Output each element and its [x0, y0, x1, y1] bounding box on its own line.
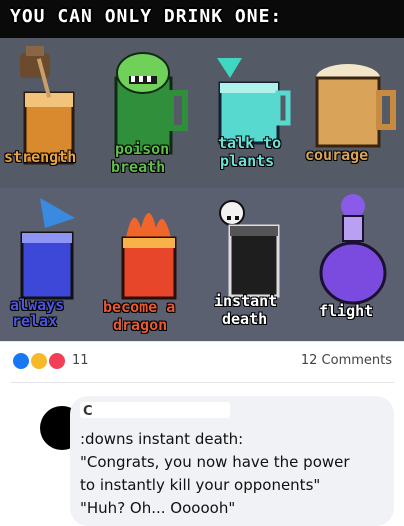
- drink-label: become a: [103, 298, 176, 316]
- drink-label: poison: [115, 140, 170, 158]
- drink-label: death: [222, 310, 268, 328]
- meme-title: YOU CAN ONLY DRINK ONE:: [10, 6, 283, 27]
- drink-label: strength: [4, 148, 77, 166]
- drink-courage: courage: [303, 38, 404, 188]
- drink-label: always: [10, 296, 65, 314]
- reactions-bar: 11 12 Comments: [0, 341, 404, 380]
- drink-label: instant: [214, 292, 278, 310]
- divider: [10, 382, 394, 383]
- comment-author[interactable]: C: [83, 404, 93, 419]
- drink-label: flight: [319, 302, 374, 320]
- drink-label: breath: [111, 158, 166, 176]
- drink-always-relax: always relax: [0, 188, 101, 338]
- comment: C :downs instant death: "Congrats, you n…: [0, 386, 404, 526]
- meme-image: YOU CAN ONLY DRINK ONE: strength poison …: [0, 0, 404, 341]
- comment-text-line: "Congrats, you now have the power: [80, 453, 350, 471]
- meme-banner: YOU CAN ONLY DRINK ONE:: [0, 0, 404, 38]
- drink-label: relax: [12, 312, 58, 330]
- drink-label: courage: [305, 146, 369, 164]
- redacted-author-name: [80, 402, 230, 418]
- drink-talk-to-plants: talk to plants: [202, 38, 303, 188]
- drink-become-a-dragon: become a dragon: [101, 188, 202, 338]
- like-icon[interactable]: [12, 352, 30, 370]
- haha-icon[interactable]: [30, 352, 48, 370]
- comment-text-line: "Huh? Oh... Oooooh": [80, 499, 236, 517]
- comments-count[interactable]: 12 Comments: [301, 353, 392, 368]
- courage-mug-icon: [315, 64, 396, 148]
- comment-text-line: :downs instant death:: [80, 430, 244, 448]
- drink-instant-death: instant death: [202, 188, 303, 338]
- drink-strength: strength: [0, 38, 101, 188]
- drink-label: talk to: [218, 134, 282, 152]
- comment-text-line: to instantly kill your opponents": [80, 476, 321, 494]
- drink-label: plants: [220, 152, 275, 170]
- drink-label: dragon: [113, 316, 168, 334]
- love-icon[interactable]: [48, 352, 66, 370]
- reaction-count[interactable]: 11: [72, 353, 89, 368]
- drink-flight: flight: [303, 188, 404, 338]
- drink-poison-breath: poison breath: [101, 38, 202, 188]
